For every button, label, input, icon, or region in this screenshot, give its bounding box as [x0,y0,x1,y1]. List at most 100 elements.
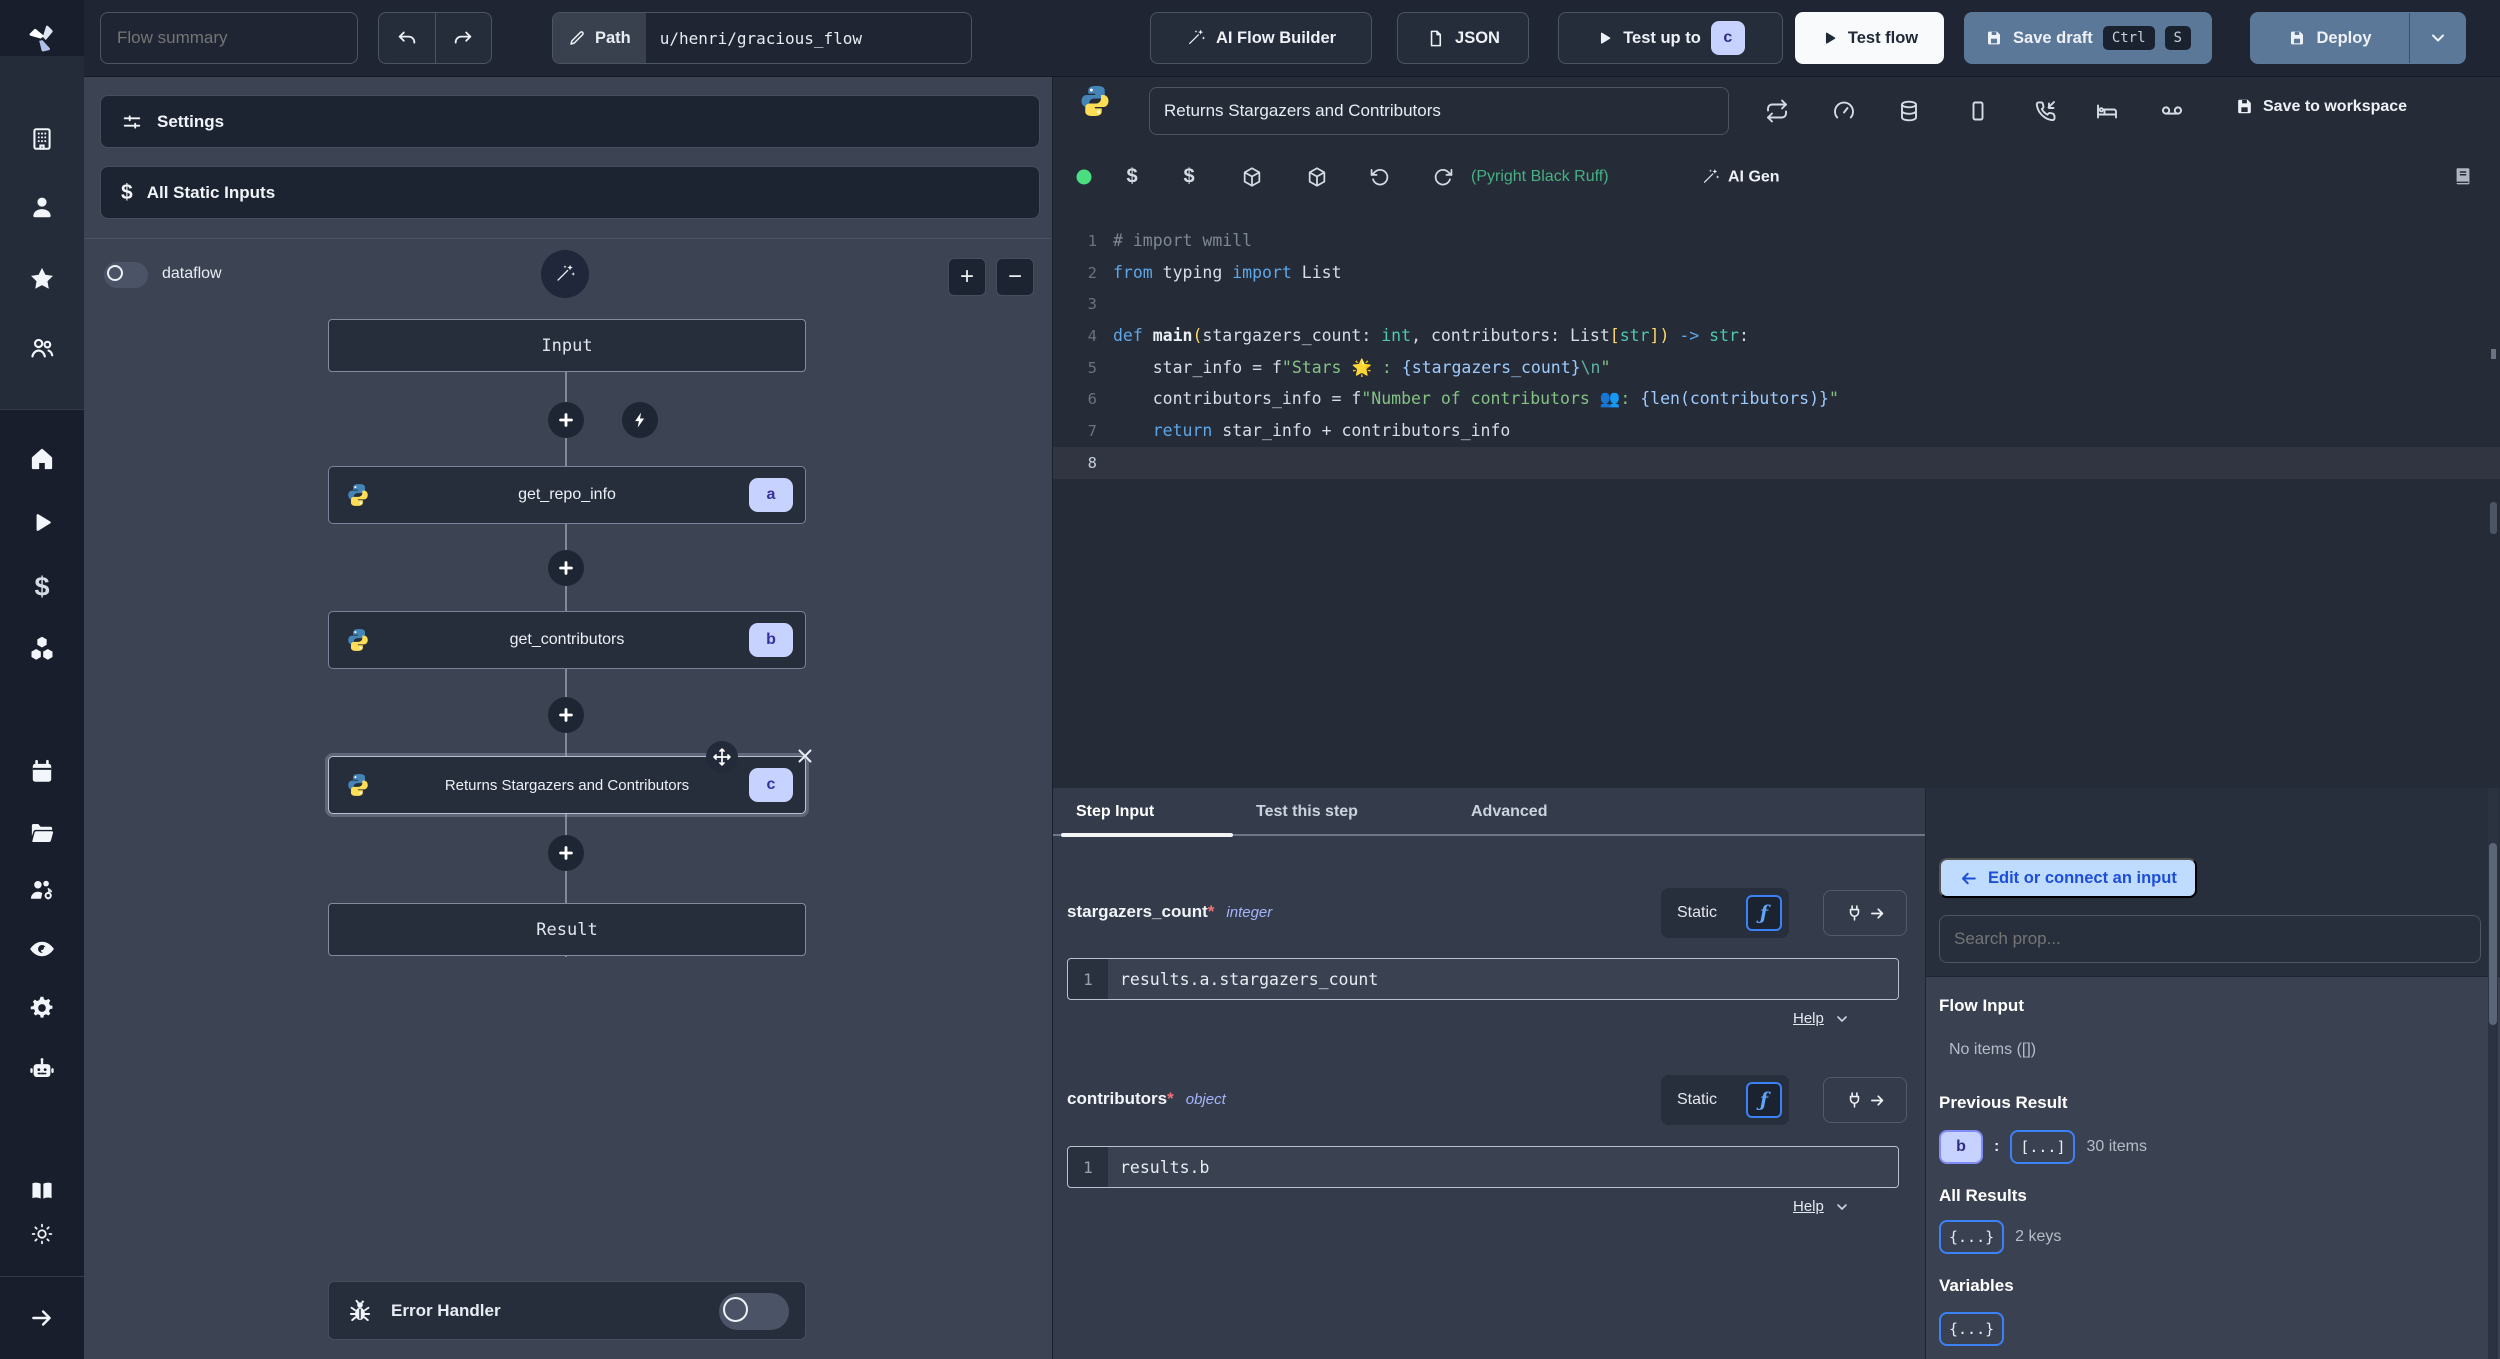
redo-button[interactable] [434,13,491,63]
code-line-6[interactable]: 6 contributors_info = f"Number of contri… [1053,383,2500,415]
zoom-in-button[interactable]: + [948,258,986,296]
flow-node-input[interactable]: Input [328,319,806,372]
dollar-icon[interactable]: $ [1126,166,1137,189]
flow-node-step-a[interactable]: get_repo_info a [328,466,806,524]
users-icon[interactable] [29,335,56,362]
library-book-icon[interactable] [2452,166,2474,188]
editor-scrollbar[interactable] [2490,502,2497,534]
search-prop-input[interactable] [1939,915,2481,963]
expression-mode-icon[interactable]: ƒ [1746,895,1782,931]
robot-icon[interactable] [28,1056,56,1084]
package-icon[interactable] [1306,166,1328,188]
json-button[interactable]: JSON [1397,12,1529,64]
save-to-workspace-button[interactable]: Save to workspace [2235,97,2407,116]
windmill-logo-icon[interactable] [26,22,58,54]
test-flow-button[interactable]: Test flow [1795,12,1944,64]
add-step-button[interactable] [548,835,584,871]
array-expand-badge[interactable]: [...] [2010,1130,2076,1164]
help-link[interactable]: Help [1793,1010,1850,1027]
arrow-right-icon [1870,1094,1883,1106]
folder-icon[interactable] [29,820,56,847]
add-step-button[interactable] [548,697,584,733]
sun-icon[interactable] [30,1222,55,1247]
input-mode-toggle[interactable]: Static ƒ [1661,888,1789,938]
move-step-handle[interactable] [706,741,738,773]
test-up-to-button[interactable]: Test up to c [1558,12,1783,64]
ai-gen-button[interactable]: AI Gen [1701,168,1780,187]
gear-icon[interactable] [29,995,56,1022]
all-static-inputs-button[interactable]: $ All Static Inputs [100,166,1040,219]
flow-node-result[interactable]: Result [328,903,806,956]
dollar-icon[interactable]: $ [1183,166,1194,189]
package-icon[interactable] [1241,166,1263,188]
edit-or-connect-button[interactable]: Edit or connect an input [1939,858,2197,898]
deploy-more-button[interactable] [2409,13,2465,63]
code-line-4[interactable]: 4 def main(stargazers_count: int, contrib… [1053,320,2500,352]
help-link[interactable]: Help [1793,1198,1850,1215]
star-icon[interactable] [28,265,56,293]
connect-input-button[interactable] [1823,1077,1907,1123]
code-editor[interactable]: 1 # import wmill 2 from typing import List 3… [1053,209,2500,788]
save-draft-button[interactable]: Save draft Ctrl S [1964,12,2212,64]
code-line-8[interactable]: 8 [1053,446,2500,479]
arrow-right-icon[interactable] [29,1305,55,1331]
workspace-building-icon[interactable] [29,126,55,152]
mobile-icon[interactable] [1966,99,1990,123]
error-handler-toggle[interactable] [719,1293,789,1330]
book-icon[interactable] [29,1178,56,1205]
code-line-3[interactable]: 3 [1053,288,2500,320]
ai-flow-builder-button[interactable]: AI Flow Builder [1150,12,1372,64]
play-icon [1601,32,1611,44]
retry-icon[interactable] [1765,99,1789,123]
gauge-icon[interactable] [1832,99,1856,123]
code-line-5[interactable]: 5 star_info = f"Stars 🌟 : {stargazers_co… [1053,352,2500,384]
home-icon[interactable] [29,446,56,473]
lint-assistants-label[interactable]: (Pyright Black Ruff) [1471,168,1609,186]
tab-step-input[interactable]: Step Input [1076,788,1154,836]
flow-node-step-b[interactable]: get_contributors b [328,611,806,669]
expr-input-contributors[interactable]: 1 results.b [1067,1146,1899,1188]
step-title-input[interactable] [1149,87,1729,135]
topbar: Path u/henri/gracious_flow AI Flow Build… [84,0,2500,77]
expr-input-stargazers-count[interactable]: 1 results.a.stargazers_count [1067,958,1899,1000]
object-expand-badge[interactable]: {...} [1939,1220,2005,1254]
path-group[interactable]: Path u/henri/gracious_flow [552,12,972,64]
tab-test-this-step[interactable]: Test this step [1256,788,1358,836]
deploy-button[interactable]: Deploy [2251,13,2409,63]
voicemail-icon[interactable] [2160,99,2185,124]
rotate-ccw-icon[interactable] [1369,166,1391,188]
props-scrollbar[interactable] [2488,788,2498,1359]
step-badge[interactable]: b [1939,1130,1983,1164]
path-value[interactable]: u/henri/gracious_flow [645,13,971,63]
refresh-icon[interactable] [1432,166,1454,188]
error-handler-node[interactable]: Error Handler [328,1281,806,1340]
add-trigger-button[interactable] [622,402,658,438]
code-line-7[interactable]: 7 return star_info + contributors_info [1053,415,2500,447]
users-gear-icon[interactable] [28,876,56,904]
zoom-out-button[interactable]: − [996,258,1034,296]
play-icon[interactable] [29,510,55,536]
delete-step-button[interactable] [794,745,816,767]
dataflow-toggle[interactable] [104,262,148,288]
database-icon[interactable] [1897,99,1921,123]
tab-advanced[interactable]: Advanced [1471,788,1547,836]
cubes-icon[interactable] [28,635,56,663]
code-line-2[interactable]: 2 from typing import List [1053,257,2500,289]
undo-button[interactable] [379,13,435,63]
code-line-1[interactable]: 1 # import wmill [1053,225,2500,257]
add-step-button[interactable] [548,550,584,586]
flow-summary-input[interactable] [100,12,358,64]
ai-wand-button[interactable] [541,250,589,298]
connect-input-button[interactable] [1823,890,1907,936]
eye-icon[interactable] [28,935,56,963]
user-icon[interactable] [29,194,55,220]
input-mode-toggle[interactable]: Static ƒ [1661,1075,1789,1125]
sleep-icon[interactable] [2095,99,2119,123]
phone-incoming-icon[interactable] [2033,99,2057,123]
dollar-icon[interactable]: $ [34,572,49,603]
flow-settings-button[interactable]: Settings [100,95,1040,148]
add-step-button[interactable] [548,402,584,438]
expression-mode-icon[interactable]: ƒ [1746,1082,1782,1118]
object-expand-badge[interactable]: {...} [1939,1312,2005,1346]
calendar-icon[interactable] [29,759,55,785]
